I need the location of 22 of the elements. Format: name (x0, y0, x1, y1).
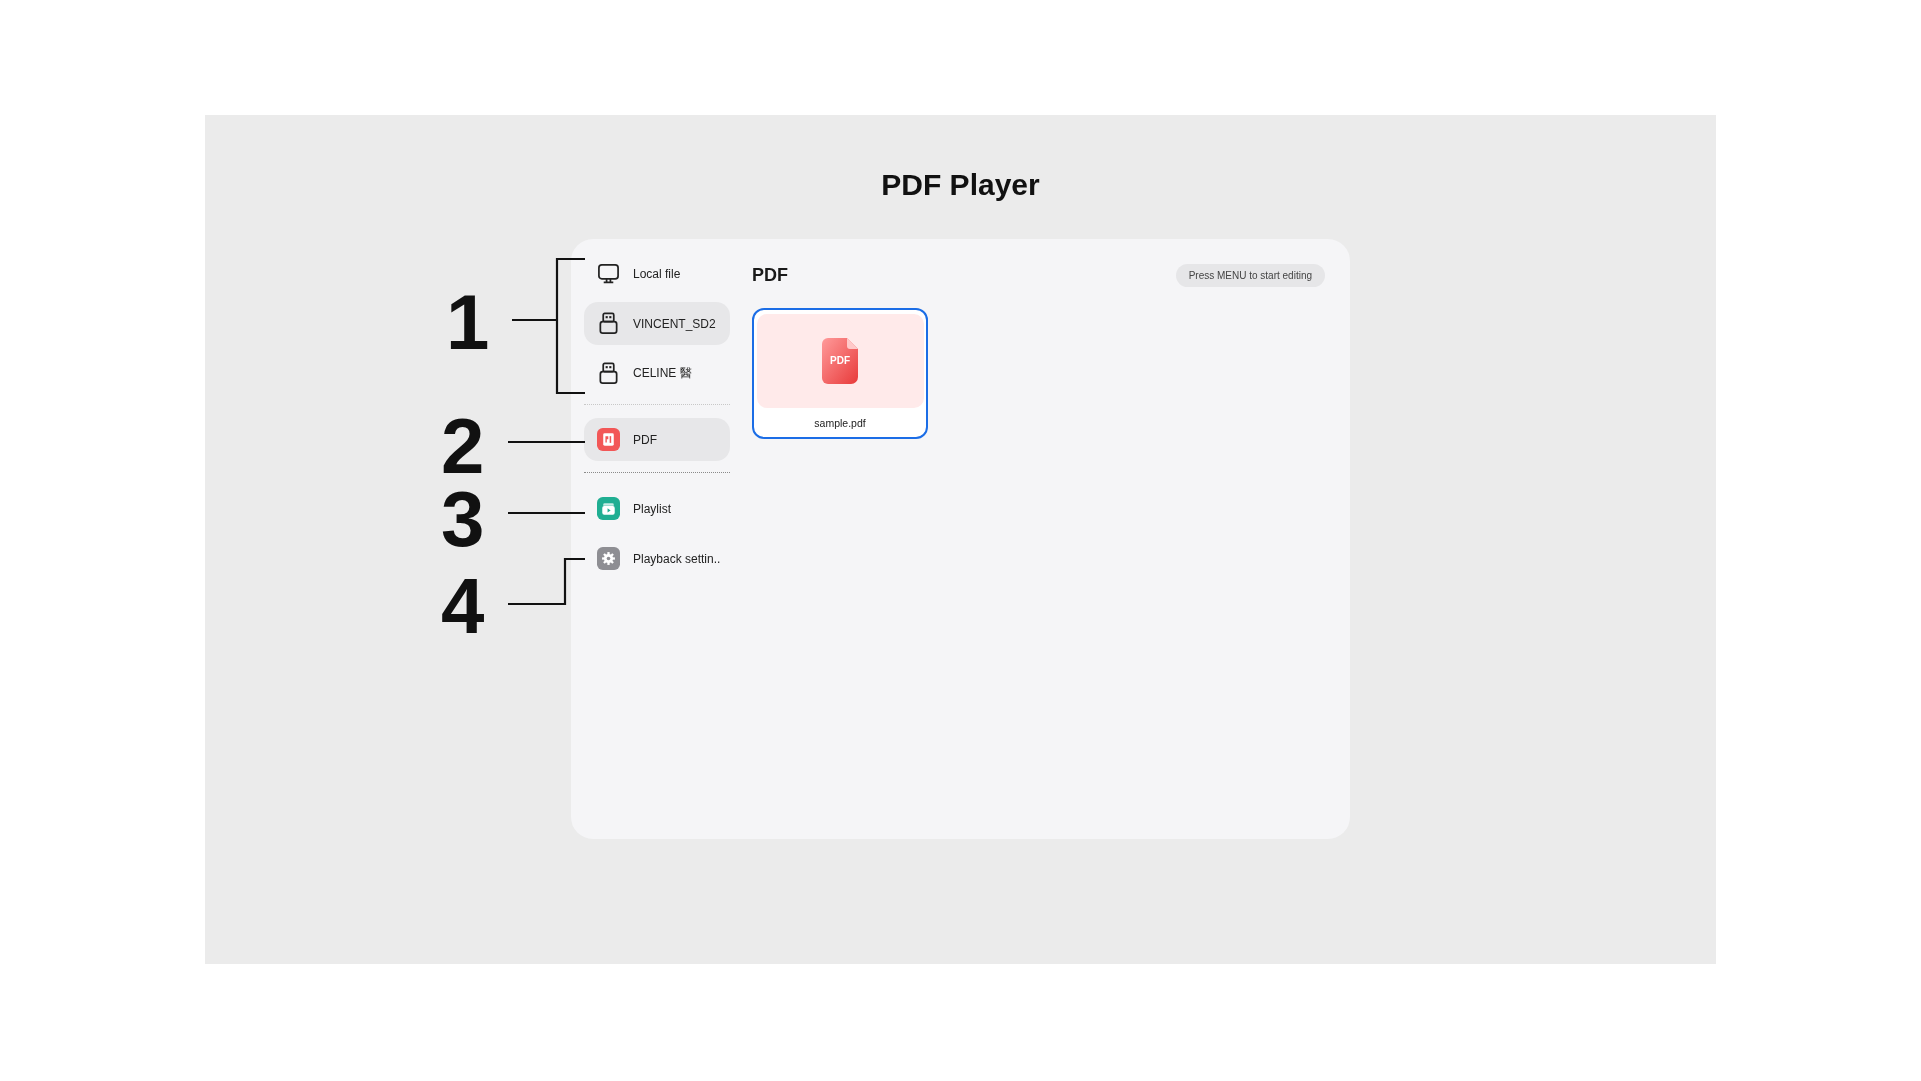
usb-drive-icon (597, 312, 620, 335)
section-heading: PDF (752, 265, 788, 286)
sidebar-item[interactable]: PDF (584, 418, 730, 461)
pdf-app-icon (597, 428, 620, 451)
file-card[interactable]: PDF sample.pdf (752, 308, 928, 439)
callout-number: 4 (441, 576, 485, 636)
callout-number: 3 (441, 489, 485, 549)
usb-drive-icon (597, 362, 620, 385)
sidebar-item[interactable]: CELINE 醫 (584, 352, 730, 395)
callout-number: 1 (446, 292, 490, 352)
editing-hint: Press MENU to start editing (1175, 264, 1325, 287)
settings-icon (597, 547, 620, 570)
callout-number: 2 (441, 416, 485, 476)
sidebar-item[interactable]: Playback settin.. (584, 537, 730, 580)
sidebar-item[interactable]: Local file (584, 252, 730, 295)
document-icon (822, 338, 858, 384)
play-folder-icon (597, 497, 620, 520)
sidebar-item[interactable]: VINCENT_SD2 (584, 302, 730, 345)
file-type-label: PDF (829, 355, 851, 367)
monitor-icon (597, 262, 620, 285)
page-title: PDF Player (881, 167, 1040, 203)
sidebar-item[interactable]: Playlist (584, 487, 730, 530)
